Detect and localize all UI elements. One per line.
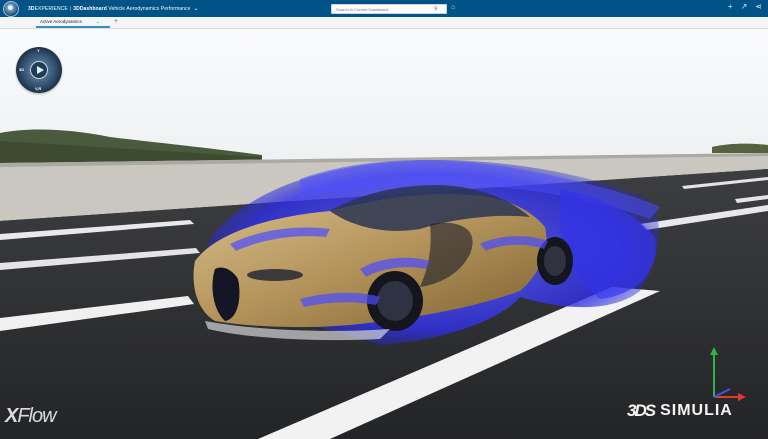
compass-logo-icon[interactable] xyxy=(3,0,19,17)
brand-name: EXPERIENCE xyxy=(34,6,68,12)
compass-label-left: 3D xyxy=(19,67,25,72)
app-name: Dashboard xyxy=(79,6,107,12)
play-icon xyxy=(37,66,44,74)
scene-render xyxy=(0,29,768,439)
axis-triad xyxy=(710,347,746,401)
share-icon[interactable]: ↗ xyxy=(741,2,748,11)
3d-viewport[interactable]: Y 3D V,R XFlow 3DS SIMULIA xyxy=(0,29,768,439)
simulia-logo: 3DS SIMULIA xyxy=(627,401,733,421)
3ds-logo-icon: 3DS xyxy=(627,401,656,420)
tag-icon[interactable]: ⌂ xyxy=(451,4,455,11)
simulia-logo-text: SIMULIA xyxy=(660,402,733,419)
search-icon[interactable]: ⚲ xyxy=(434,6,438,12)
search-input[interactable] xyxy=(332,5,432,13)
dashboard-title: Vehicle Aerodynamics Performance xyxy=(108,6,191,12)
top-actions: + ↗ ⋖ xyxy=(728,2,762,11)
xflow-logo-x: X xyxy=(5,405,18,427)
tab-bar: Active Aerodynamics ⌄ + xyxy=(0,17,768,29)
compass-label-bottom: V,R xyxy=(35,86,42,91)
app-title[interactable]: 3DEXPERIENCE | 3DDashboard Vehicle Aerodyn… xyxy=(28,5,199,12)
tab-active-aerodynamics[interactable]: Active Aerodynamics ⌄ xyxy=(36,17,110,28)
tab-label: Active Aerodynamics xyxy=(40,19,82,24)
z-axis xyxy=(713,388,731,398)
add-tab-button[interactable]: + xyxy=(114,18,118,25)
top-bar: 3DEXPERIENCE | 3DDashboard Vehicle Aerodyn… xyxy=(0,0,768,17)
chevron-down-icon[interactable]: ⌄ xyxy=(194,5,199,12)
xflow-logo: XFlow xyxy=(5,405,57,428)
network-icon[interactable]: ⋖ xyxy=(755,2,762,11)
brand-prefix: 3D xyxy=(28,6,35,12)
play-button[interactable] xyxy=(30,61,48,79)
add-icon[interactable]: + xyxy=(728,2,733,11)
app-prefix: 3D xyxy=(73,6,80,12)
title-separator: | xyxy=(69,6,72,12)
compass-label-top: Y xyxy=(37,48,40,53)
search-box[interactable]: ⚲ xyxy=(331,4,447,14)
xflow-logo-text: Flow xyxy=(17,405,56,427)
chevron-down-icon[interactable]: ⌄ xyxy=(96,19,100,25)
dashboard-app: 3DEXPERIENCE | 3DDashboard Vehicle Aerodyn… xyxy=(0,0,768,439)
navigation-compass[interactable]: Y 3D V,R xyxy=(16,47,62,93)
